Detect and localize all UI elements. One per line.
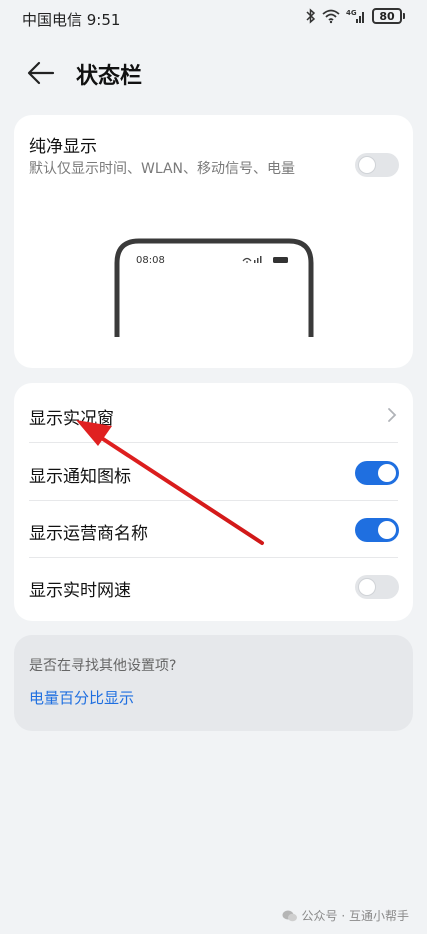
phone-preview-illustration: 08:08 bbox=[113, 237, 315, 337]
chevron-right-icon bbox=[388, 408, 397, 422]
wechat-icon bbox=[282, 910, 297, 921]
battery-tip bbox=[403, 13, 405, 19]
pure-display-description: 默认仅显示时间、WLAN、移动信号、电量 bbox=[29, 161, 296, 177]
header: 状态栏 bbox=[0, 48, 427, 98]
setting-row-carrier-name[interactable]: 显示运营商名称 bbox=[14, 502, 413, 558]
status-bar: 中国电信 9:51 4G 80 bbox=[0, 0, 427, 36]
svg-text:4G: 4G bbox=[346, 9, 357, 17]
back-button[interactable] bbox=[26, 60, 56, 86]
toggle-knob bbox=[378, 464, 396, 482]
suggestion-card: 是否在寻找其他设置项? 电量百分比显示 bbox=[14, 635, 413, 731]
toggle-knob bbox=[358, 578, 376, 596]
status-icons: 4G 80 bbox=[306, 8, 405, 24]
toggle-knob bbox=[378, 521, 396, 539]
watermark: 公众号 · 互通小帮手 bbox=[282, 907, 409, 924]
battery-icon: 80 bbox=[372, 8, 402, 24]
setting-row-notification-icons[interactable]: 显示通知图标 bbox=[14, 445, 413, 501]
setting-label: 显示实况窗 bbox=[29, 409, 114, 429]
setting-label: 显示实时网速 bbox=[29, 581, 131, 601]
preview-time: 08:08 bbox=[136, 255, 165, 266]
page-title: 状态栏 bbox=[76, 64, 143, 89]
settings-list-card: 显示实况窗 显示通知图标 显示运营商名称 显示实时网速 bbox=[14, 383, 413, 621]
carrier-time: 中国电信 9:51 bbox=[22, 11, 121, 29]
battery-percentage-link[interactable]: 电量百分比显示 bbox=[29, 687, 134, 708]
back-arrow-icon bbox=[27, 61, 55, 85]
setting-row-live-window[interactable]: 显示实况窗 bbox=[14, 387, 413, 443]
phone-frame-icon: 08:08 bbox=[114, 238, 314, 337]
notification-icons-toggle[interactable] bbox=[355, 461, 399, 485]
suggestion-question: 是否在寻找其他设置项? bbox=[29, 658, 177, 674]
signal-icon: 4G bbox=[346, 9, 364, 23]
setting-row-network-speed[interactable]: 显示实时网速 bbox=[14, 559, 413, 615]
toggle-knob bbox=[358, 156, 376, 174]
setting-label: 显示通知图标 bbox=[29, 467, 131, 487]
divider bbox=[29, 442, 398, 443]
carrier-name-toggle[interactable] bbox=[355, 518, 399, 542]
divider bbox=[29, 500, 398, 501]
pure-display-title: 纯净显示 bbox=[29, 137, 97, 157]
network-speed-toggle[interactable] bbox=[355, 575, 399, 599]
pure-display-toggle[interactable] bbox=[355, 153, 399, 177]
pure-display-card: 纯净显示 默认仅显示时间、WLAN、移动信号、电量 08:08 bbox=[14, 115, 413, 368]
watermark-text: 公众号 · 互通小帮手 bbox=[301, 909, 409, 923]
setting-label: 显示运营商名称 bbox=[29, 524, 148, 544]
wifi-icon bbox=[322, 9, 340, 24]
bluetooth-icon bbox=[306, 8, 316, 24]
divider bbox=[29, 557, 398, 558]
